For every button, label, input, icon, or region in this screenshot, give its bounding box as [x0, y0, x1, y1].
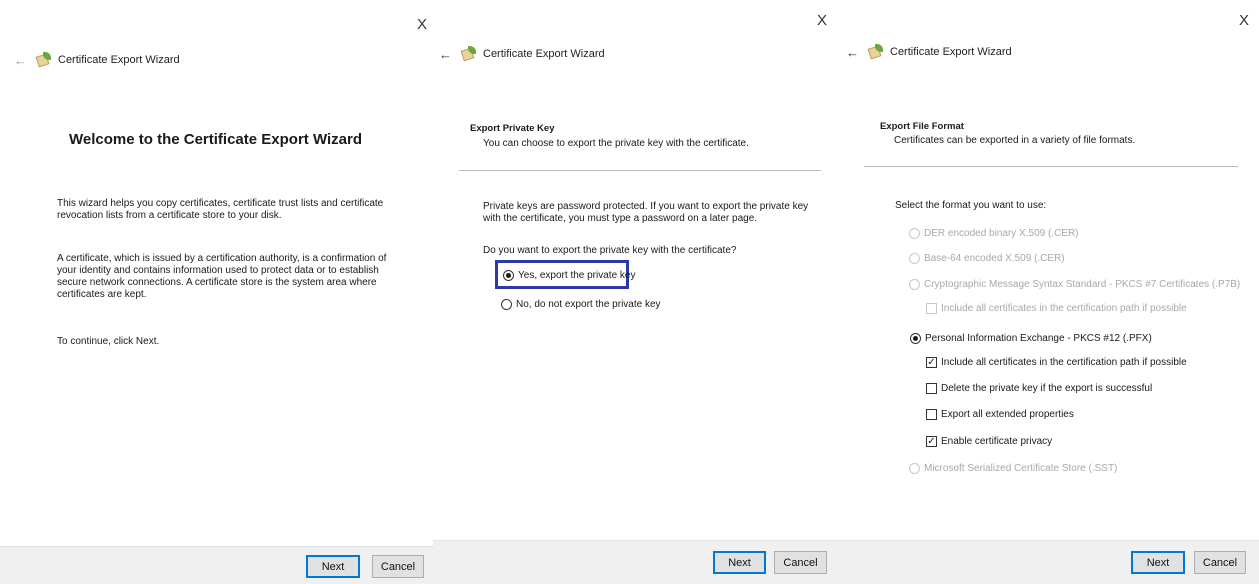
checkbox[interactable] — [926, 383, 937, 394]
checkbox-pkcs7-include-path[interactable]: Include all certificates in the certific… — [926, 303, 1187, 314]
section-subtitle: You can choose to export the private key… — [483, 138, 749, 149]
checkbox-label: Include all certificates in the certific… — [941, 303, 1187, 314]
section-title: Export File Format — [880, 121, 964, 132]
window-title: Certificate Export Wizard — [58, 54, 180, 66]
cancel-button[interactable]: Cancel — [372, 555, 424, 578]
wizard-panel-file-format: X ← Certificate Export Wizard Export Fil… — [838, 0, 1259, 584]
certificate-wizard-icon — [460, 46, 477, 62]
radio-der-format[interactable]: DER encoded binary X.509 (.CER) — [909, 228, 1079, 239]
radio-label: Cryptographic Message Syntax Standard - … — [924, 279, 1241, 290]
radio-button[interactable] — [909, 253, 920, 264]
checkbox-delete-private-key[interactable]: Delete the private key if the export is … — [926, 383, 1152, 394]
radio-sst-format[interactable]: Microsoft Serialized Certificate Store (… — [909, 463, 1117, 474]
certificate-wizard-icon — [35, 52, 52, 68]
radio-button[interactable] — [909, 279, 920, 290]
button-bar: Next Cancel — [0, 546, 433, 584]
cancel-button[interactable]: Cancel — [1194, 551, 1246, 574]
checkbox-label: Export all extended properties — [941, 409, 1074, 420]
checkbox-checked[interactable]: ✓ — [926, 436, 937, 447]
radio-label: Yes, export the private key — [518, 270, 636, 281]
title-bar: ← Certificate Export Wizard — [439, 44, 838, 64]
radio-label: DER encoded binary X.509 (.CER) — [924, 228, 1079, 239]
checkbox[interactable] — [926, 303, 937, 314]
section-subtitle: Certificates can be exported in a variet… — [894, 135, 1136, 146]
divider — [864, 166, 1238, 167]
radio-base64-format[interactable]: Base-64 encoded X.509 (.CER) — [909, 253, 1065, 264]
checkbox-label: Enable certificate privacy — [941, 436, 1053, 447]
wizard-panel-welcome: X ← Certificate Export Wizard Welcome to… — [0, 0, 433, 584]
radio-button[interactable] — [909, 463, 920, 474]
checkbox[interactable] — [926, 409, 937, 420]
close-icon[interactable]: X — [1239, 12, 1249, 29]
title-bar: ← Certificate Export Wizard — [846, 42, 1259, 62]
private-key-info: Private keys are password protected. If … — [483, 201, 809, 224]
divider — [459, 170, 821, 171]
export-question: Do you want to export the private key wi… — [483, 245, 737, 256]
radio-export-key-no[interactable]: No, do not export the private key — [501, 299, 661, 310]
radio-label: No, do not export the private key — [516, 299, 661, 310]
continue-hint: To continue, click Next. — [57, 336, 160, 347]
intro-text: This wizard helps you copy certificates,… — [57, 198, 384, 221]
radio-button[interactable] — [909, 228, 920, 239]
certificate-wizard-icon — [867, 44, 884, 60]
page-title: Welcome to the Certificate Export Wizard — [69, 131, 362, 148]
radio-label: Base-64 encoded X.509 (.CER) — [924, 253, 1065, 264]
next-button[interactable]: Next — [713, 551, 766, 574]
radio-button[interactable] — [503, 270, 514, 281]
wizard-panel-private-key: X ← Certificate Export Wizard Export Pri… — [433, 0, 838, 584]
checkbox-checked[interactable]: ✓ — [926, 357, 937, 368]
window-title: Certificate Export Wizard — [890, 46, 1012, 58]
window-title: Certificate Export Wizard — [483, 48, 605, 60]
radio-label: Microsoft Serialized Certificate Store (… — [924, 463, 1118, 474]
radio-button[interactable] — [501, 299, 512, 310]
title-bar: ← Certificate Export Wizard — [14, 50, 433, 70]
radio-export-key-yes[interactable]: Yes, export the private key — [503, 270, 635, 281]
radio-label: Personal Information Exchange - PKCS #12… — [925, 333, 1152, 344]
radio-pkcs7-format[interactable]: Cryptographic Message Syntax Standard - … — [909, 279, 1240, 290]
close-icon[interactable]: X — [817, 12, 827, 29]
radio-button[interactable] — [910, 333, 921, 344]
checkbox-include-path[interactable]: ✓ Include all certificates in the certif… — [926, 357, 1187, 368]
back-arrow-icon[interactable]: ← — [846, 45, 862, 60]
next-button[interactable]: Next — [1131, 551, 1185, 574]
checkbox-label: Include all certificates in the certific… — [941, 357, 1187, 368]
next-button[interactable]: Next — [306, 555, 360, 578]
cancel-button[interactable]: Cancel — [774, 551, 827, 574]
section-title: Export Private Key — [470, 123, 555, 134]
close-icon[interactable]: X — [417, 16, 427, 33]
radio-pfx-format[interactable]: Personal Information Exchange - PKCS #12… — [910, 333, 1152, 344]
back-arrow-icon[interactable]: ← — [14, 53, 30, 68]
button-bar: Next Cancel — [838, 540, 1259, 584]
button-bar: Next Cancel — [433, 540, 838, 584]
checkbox-extended-properties[interactable]: Export all extended properties — [926, 409, 1074, 420]
description-text: A certificate, which is issued by a cert… — [57, 253, 387, 300]
format-prompt: Select the format you want to use: — [895, 200, 1047, 211]
back-arrow-icon[interactable]: ← — [439, 47, 455, 62]
checkbox-certificate-privacy[interactable]: ✓ Enable certificate privacy — [926, 436, 1052, 447]
checkbox-label: Delete the private key if the export is … — [941, 383, 1153, 394]
